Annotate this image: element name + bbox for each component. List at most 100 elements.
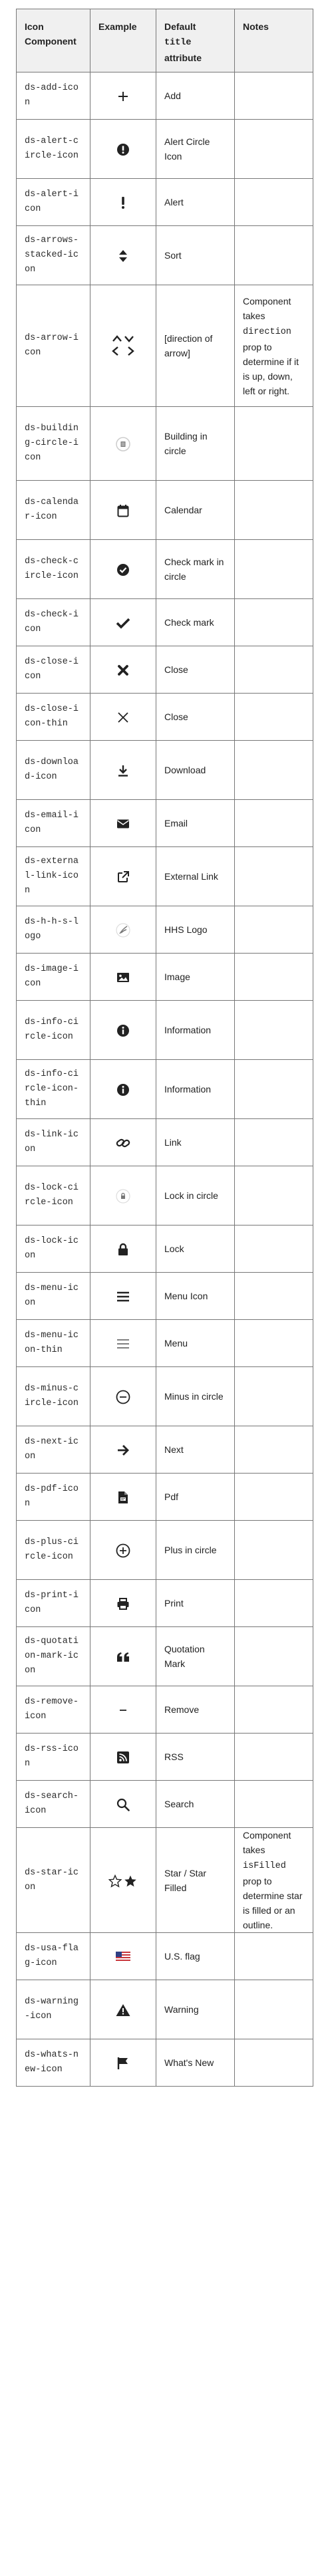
table-row: ds-download-icon Download: [16, 740, 313, 800]
notes-cell: [234, 1733, 313, 1781]
info-circle-icon: [116, 1084, 130, 1096]
table-row: ds-pdf-icon Pdf: [16, 1473, 313, 1521]
envelope-icon: [116, 818, 130, 829]
example-cell: [90, 1272, 156, 1320]
example-cell: [90, 72, 156, 120]
default-title: Image: [156, 953, 235, 1001]
component-name: ds-arrows-stacked-icon: [16, 225, 90, 285]
notes-cell: [234, 846, 313, 906]
default-title: Close: [156, 646, 235, 694]
example-cell: [90, 740, 156, 800]
default-title: Alert Circle Icon: [156, 119, 235, 179]
table-row: ds-info-circle-icon-thin Information: [16, 1059, 313, 1119]
notes-cell: [234, 1166, 313, 1225]
star-pair-icon: [108, 1874, 138, 1888]
component-name: ds-rss-icon: [16, 1733, 90, 1781]
example-cell: [90, 598, 156, 646]
download-icon: [117, 765, 129, 777]
notes-cell: [234, 480, 313, 540]
default-title: What's New: [156, 2039, 235, 2087]
table-row: ds-email-icon Email: [16, 799, 313, 847]
default-title: Lock: [156, 1225, 235, 1273]
component-name: ds-menu-icon: [16, 1272, 90, 1320]
menu-thin-icon: [116, 1338, 130, 1349]
header-default-prefix: Default: [164, 21, 196, 32]
notes-cell: [234, 178, 313, 226]
table-row: ds-star-icon Star / Star Filled Component …: [16, 1827, 313, 1933]
close-thin-icon: [116, 711, 130, 723]
table-row: ds-warning-icon Warning: [16, 1980, 313, 2039]
notes-cell: [234, 119, 313, 179]
component-name: ds-warning-icon: [16, 1980, 90, 2039]
table-row: ds-rss-icon RSS: [16, 1733, 313, 1781]
component-name: ds-quotation-mark-icon: [16, 1626, 90, 1686]
component-name: ds-plus-circle-icon: [16, 1520, 90, 1580]
rss-icon: [116, 1751, 130, 1764]
example-cell: [90, 1426, 156, 1474]
example-cell: [90, 406, 156, 481]
printer-icon: [116, 1598, 130, 1610]
pdf-icon: [118, 1491, 128, 1504]
table-row: ds-lock-icon Lock: [16, 1225, 313, 1273]
example-cell: [90, 1166, 156, 1225]
default-title: Next: [156, 1426, 235, 1474]
table-row: ds-quotation-mark-icon Quotation Mark: [16, 1626, 313, 1686]
note-text: prop to determine if it is up, down, lef…: [243, 341, 299, 396]
component-name: ds-email-icon: [16, 799, 90, 847]
plus-icon: [117, 90, 129, 102]
default-title: Warning: [156, 1980, 235, 2039]
example-cell: [90, 953, 156, 1001]
notes-cell: [234, 906, 313, 954]
default-title: Minus in circle: [156, 1366, 235, 1426]
default-title: Information: [156, 1059, 235, 1119]
note-text: Component takes: [243, 295, 291, 321]
notes-cell: [234, 1780, 313, 1828]
calendar-icon: [117, 505, 129, 517]
notes-cell: [234, 799, 313, 847]
example-cell: [90, 1733, 156, 1781]
notes-cell: [234, 646, 313, 694]
default-title: U.S. flag: [156, 1932, 235, 1980]
table-row: ds-close-icon-thin Close: [16, 693, 313, 741]
notes-cell: [234, 953, 313, 1001]
table-row: ds-external-link-icon External Link: [16, 846, 313, 906]
example-cell: [90, 1520, 156, 1580]
component-name: ds-whats-new-icon: [16, 2039, 90, 2087]
notes-cell: [234, 2039, 313, 2087]
default-title: Print: [156, 1579, 235, 1627]
notes-cell: [234, 740, 313, 800]
lock-icon: [118, 1243, 128, 1256]
default-title: Close: [156, 693, 235, 741]
component-name: ds-close-icon: [16, 646, 90, 694]
default-title: Calendar: [156, 480, 235, 540]
default-title: Plus in circle: [156, 1520, 235, 1580]
info-circle-icon: [116, 1025, 130, 1037]
minus-circle-icon: [116, 1390, 130, 1404]
component-name: ds-menu-icon-thin: [16, 1319, 90, 1367]
component-name: ds-close-icon-thin: [16, 693, 90, 741]
notes-cell: [234, 1980, 313, 2039]
table-row: ds-usa-flag-icon U.S. flag: [16, 1932, 313, 1980]
link-icon: [116, 1137, 130, 1148]
table-row: ds-image-icon Image: [16, 953, 313, 1001]
table-row: ds-whats-new-icon What's New: [16, 2039, 313, 2087]
sort-arrows-icon: [118, 250, 128, 263]
component-name: ds-usa-flag-icon: [16, 1932, 90, 1980]
notes-cell: [234, 225, 313, 285]
table-row: ds-alert-circle-icon Alert Circle Icon: [16, 119, 313, 179]
example-cell: [90, 1579, 156, 1627]
default-title: Star / Star Filled: [156, 1827, 235, 1933]
component-name: ds-alert-icon: [16, 178, 90, 226]
notes-cell: [234, 1426, 313, 1474]
component-name: ds-check-icon: [16, 598, 90, 646]
minus-icon: [118, 1704, 128, 1715]
component-name: ds-minus-circle-icon: [16, 1366, 90, 1426]
table-row: ds-check-circle-icon Check mark in circle: [16, 539, 313, 599]
notes-cell: [234, 598, 313, 646]
hhs-logo-icon: [116, 923, 130, 938]
external-link-icon: [116, 871, 130, 883]
notes-cell: [234, 693, 313, 741]
notes-cell: [234, 1000, 313, 1060]
search-icon: [116, 1799, 130, 1811]
default-title: Link: [156, 1118, 235, 1166]
